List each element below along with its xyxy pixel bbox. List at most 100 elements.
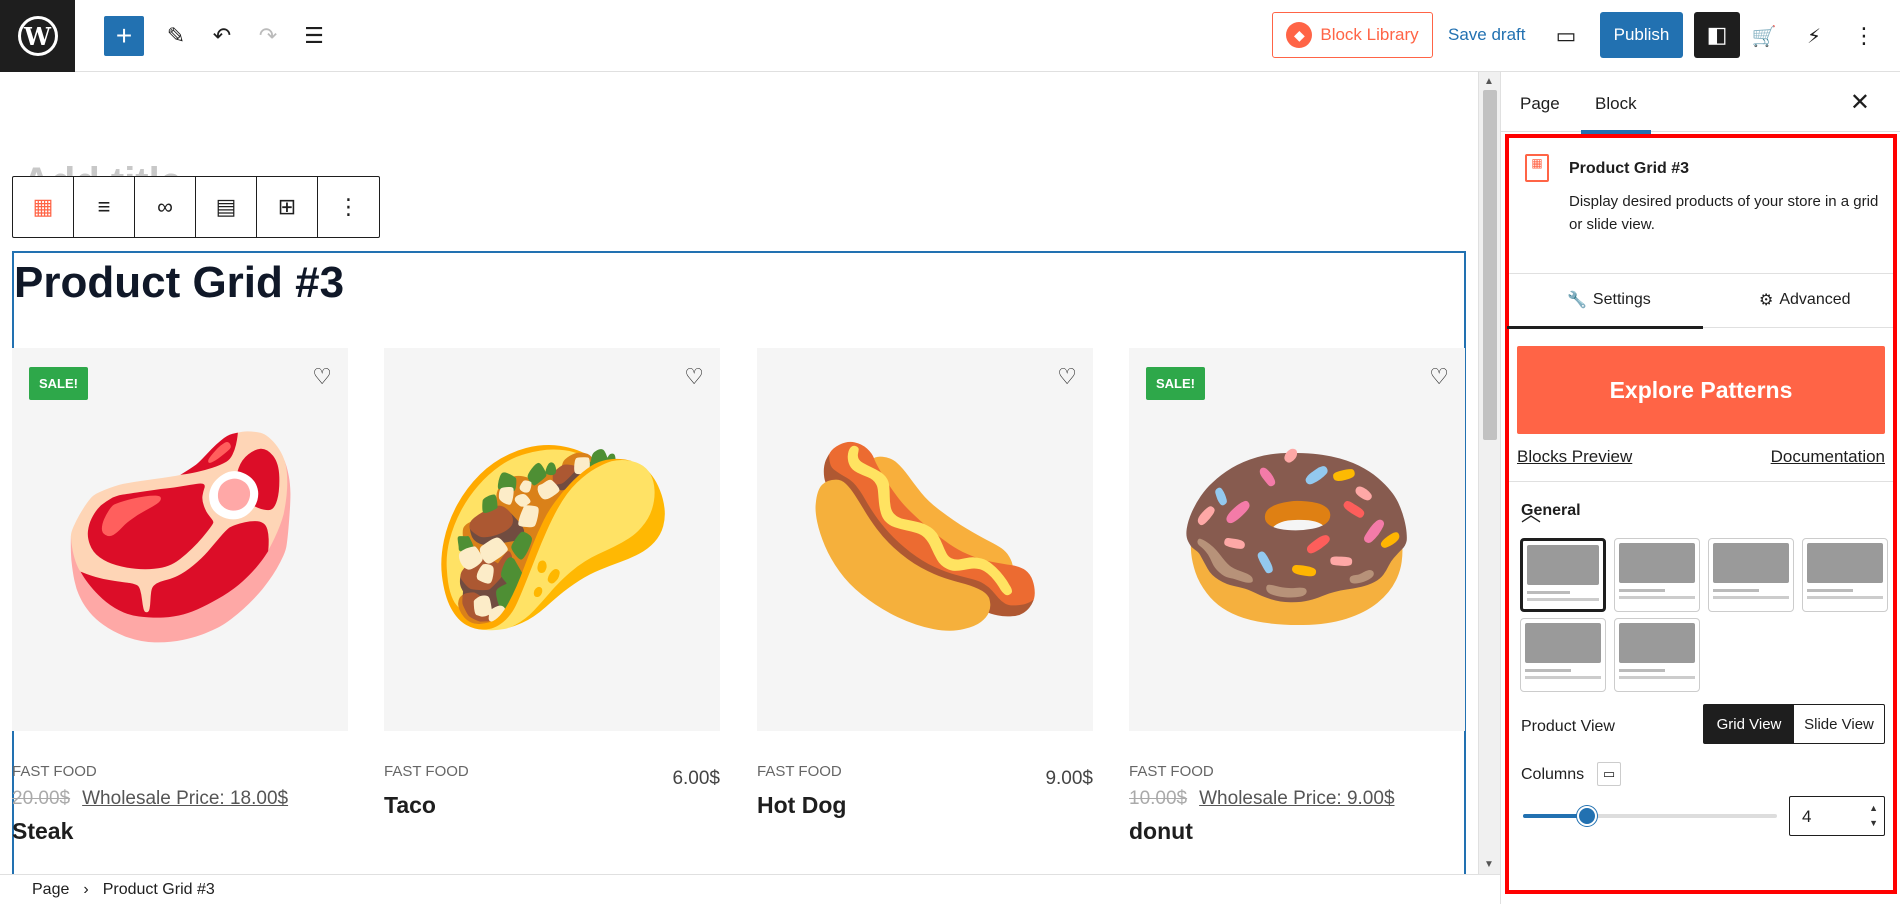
slider-handle[interactable] bbox=[1576, 806, 1597, 826]
settings-sidebar-icon[interactable]: ◧ bbox=[1694, 12, 1740, 58]
cart-icon[interactable]: 🛒 bbox=[1744, 16, 1784, 56]
layout-preset-6[interactable] bbox=[1614, 618, 1700, 692]
desktop-device-icon[interactable]: ▭ bbox=[1597, 762, 1621, 786]
sale-badge: SALE! bbox=[1146, 367, 1205, 400]
product-name[interactable]: donut bbox=[1129, 818, 1465, 845]
general-section-header[interactable]: General ︿ bbox=[1509, 482, 1893, 538]
old-price: 10.00$ bbox=[1129, 788, 1188, 809]
plugin-bolt-icon[interactable]: ⚡ bbox=[1794, 16, 1834, 56]
steak-image: 🥩 bbox=[55, 426, 305, 649]
wholesale-price[interactable]: Wholesale Price: 9.00$ bbox=[1199, 788, 1394, 809]
product-image[interactable]: SALE! ♡ 🥩 bbox=[12, 348, 348, 731]
product-card-taco[interactable]: ♡ 🌮 FAST FOOD 6.00$ Taco ☆☆☆☆☆ bbox=[384, 348, 720, 819]
grid-view-button[interactable]: Grid View bbox=[1704, 705, 1794, 743]
scroll-down-arrow-icon[interactable]: ▼ bbox=[1484, 859, 1494, 870]
product-card-steak[interactable]: SALE! ♡ 🥩 FAST FOOD 20.00$ Wholesale Pric… bbox=[12, 348, 348, 845]
blocks-preview-link[interactable]: Blocks Preview bbox=[1517, 447, 1632, 467]
preset-line bbox=[1619, 589, 1665, 592]
preset-line bbox=[1807, 589, 1853, 592]
product-price: 6.00$ bbox=[672, 768, 720, 789]
product-card-hot-dog[interactable]: ♡ 🌭 FAST FOOD 9.00$ Hot Dog ☆☆☆☆☆ bbox=[757, 348, 1093, 819]
save-draft-button[interactable]: Save draft bbox=[1448, 25, 1526, 45]
product-category: FAST FOOD bbox=[384, 763, 469, 780]
preview-laptop-icon[interactable]: ▭ bbox=[1546, 16, 1586, 56]
gear-icon: ⚙ bbox=[1759, 292, 1774, 309]
preset-line bbox=[1525, 669, 1571, 672]
preset-line bbox=[1713, 589, 1759, 592]
redo-icon[interactable]: ↷ bbox=[248, 16, 288, 56]
product-image[interactable]: ♡ 🌭 bbox=[757, 348, 1093, 731]
undo-icon[interactable]: ↶ bbox=[202, 16, 242, 56]
columns-slider[interactable] bbox=[1523, 806, 1777, 826]
publish-button[interactable]: Publish bbox=[1600, 12, 1683, 58]
product-price: 20.00$ Wholesale Price: 18.00$ bbox=[12, 788, 348, 810]
align-icon[interactable]: ≡ bbox=[74, 177, 135, 237]
preset-line bbox=[1807, 596, 1883, 599]
product-name[interactable]: Hot Dog bbox=[757, 792, 1093, 819]
scrollbar-thumb[interactable] bbox=[1483, 90, 1497, 440]
product-image[interactable]: SALE! ♡ 🍩 bbox=[1129, 348, 1465, 731]
wordpress-icon: W bbox=[17, 16, 58, 56]
preset-thumbnail bbox=[1619, 543, 1695, 583]
scroll-up-arrow-icon[interactable]: ▲ bbox=[1484, 76, 1494, 87]
tab-page[interactable]: Page bbox=[1520, 94, 1560, 114]
tab-settings[interactable]: 🔧 Settings bbox=[1507, 290, 1703, 329]
block-type-icon[interactable]: ▦ bbox=[13, 177, 74, 237]
layout-icon[interactable]: ⊞ bbox=[257, 177, 318, 237]
explore-patterns-button[interactable]: Explore Patterns bbox=[1517, 346, 1885, 434]
block-library-button[interactable]: ◆ Block Library bbox=[1272, 12, 1433, 58]
columns-label: Columns bbox=[1521, 766, 1585, 783]
product-name[interactable]: Taco bbox=[384, 792, 720, 819]
preset-thumbnail bbox=[1619, 623, 1695, 663]
close-icon[interactable]: ✕ bbox=[1850, 88, 1870, 117]
layout-preset-3[interactable] bbox=[1708, 538, 1794, 612]
wrench-icon: 🔧 bbox=[1567, 292, 1587, 309]
product-image[interactable]: ♡ 🌮 bbox=[384, 348, 720, 731]
tab-block[interactable]: Block bbox=[1581, 94, 1651, 134]
editor-top-bar: W + ✎ ↶ ↷ ☰ ◆ Block Library Save draft ▭… bbox=[0, 0, 1900, 72]
product-name[interactable]: Steak bbox=[12, 818, 348, 845]
wholesale-price[interactable]: Wholesale Price: 18.00$ bbox=[82, 788, 288, 809]
wordpress-logo-button[interactable]: W bbox=[0, 0, 75, 72]
sidebar-tabs: Page Block ✕ bbox=[1501, 72, 1900, 134]
breadcrumb-block[interactable]: Product Grid #3 bbox=[103, 881, 215, 899]
tab-advanced-label: Advanced bbox=[1779, 291, 1851, 308]
image-icon[interactable]: ▤ bbox=[196, 177, 257, 237]
tab-settings-label: Settings bbox=[1592, 291, 1651, 308]
block-heading[interactable]: Product Grid #3 bbox=[14, 258, 344, 308]
columns-number-input[interactable]: 4 ▲ ▼ bbox=[1789, 796, 1885, 836]
preset-line bbox=[1619, 676, 1695, 679]
product-card-donut[interactable]: SALE! ♡ 🍩 FAST FOOD 10.00$ Wholesale Pric… bbox=[1129, 348, 1465, 845]
product-category: FAST FOOD bbox=[12, 763, 97, 780]
add-block-button[interactable]: + bbox=[104, 16, 144, 56]
hot-dog-image: 🌭 bbox=[800, 426, 1050, 649]
tab-advanced[interactable]: ⚙ Advanced bbox=[1759, 290, 1851, 310]
wishlist-heart-icon[interactable]: ♡ bbox=[684, 364, 704, 390]
product-category: FAST FOOD bbox=[1129, 763, 1214, 780]
wishlist-heart-icon[interactable]: ♡ bbox=[1057, 364, 1077, 390]
stepper-arrows-icon[interactable]: ▲ ▼ bbox=[1869, 801, 1878, 831]
wishlist-heart-icon[interactable]: ♡ bbox=[312, 364, 332, 390]
documentation-link[interactable]: Documentation bbox=[1771, 447, 1885, 467]
product-price: 9.00$ bbox=[1045, 768, 1093, 789]
tools-pencil-icon[interactable]: ✎ bbox=[156, 16, 196, 56]
slide-view-button[interactable]: Slide View bbox=[1794, 705, 1884, 743]
preset-line bbox=[1527, 591, 1571, 594]
layout-preset-5[interactable] bbox=[1520, 618, 1606, 692]
layout-preset-1[interactable] bbox=[1520, 538, 1606, 612]
old-price: 20.00$ bbox=[12, 788, 71, 809]
layout-preset-2[interactable] bbox=[1614, 538, 1700, 612]
options-more-icon[interactable]: ⋮ bbox=[1844, 16, 1884, 56]
link-icon[interactable]: ∞ bbox=[135, 177, 196, 237]
shopping-bag-icon: ◆ bbox=[1286, 22, 1313, 48]
layout-preset-4[interactable] bbox=[1802, 538, 1888, 612]
product-price: 10.00$ Wholesale Price: 9.00$ bbox=[1129, 788, 1465, 810]
columns-row: Columns ▭ bbox=[1509, 752, 1893, 792]
wishlist-heart-icon[interactable]: ♡ bbox=[1429, 364, 1449, 390]
breadcrumb-page[interactable]: Page bbox=[32, 881, 69, 899]
settings-sidebar: Page Block ✕ ▦ Product Grid #3 Display d… bbox=[1500, 72, 1900, 904]
canvas-scrollbar[interactable]: ▲ ▼ bbox=[1478, 72, 1500, 874]
document-overview-icon[interactable]: ☰ bbox=[294, 16, 334, 56]
block-more-options-icon[interactable]: ⋮ bbox=[318, 177, 379, 237]
sale-badge: SALE! bbox=[29, 367, 88, 400]
